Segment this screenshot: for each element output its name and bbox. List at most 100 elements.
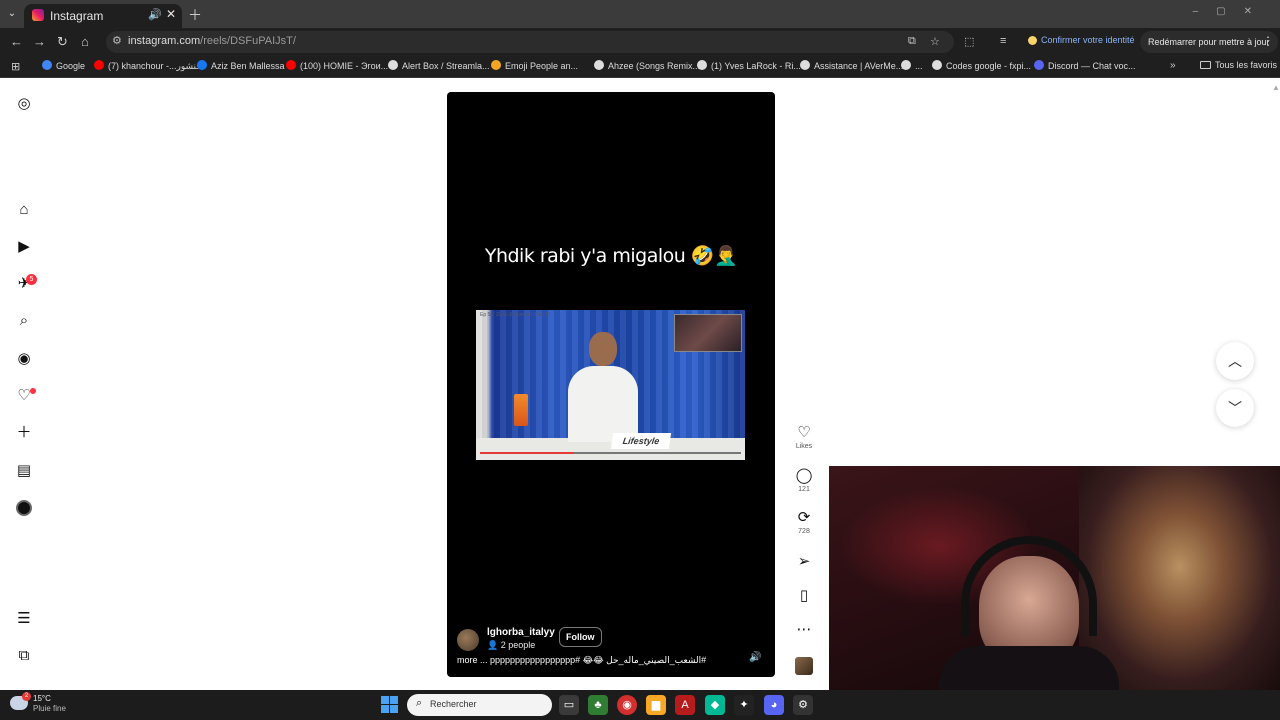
clip-topline: Ep 56: Zioss & Marwan (Part 1)	[480, 312, 550, 318]
app-dark-icon[interactable]: ✦	[734, 695, 754, 715]
home-icon[interactable]: ⌂	[81, 34, 89, 49]
likes-label: Likes	[795, 443, 813, 450]
window-controls[interactable]: –▢✕	[1193, 6, 1270, 17]
bookmark-item[interactable]: Google	[42, 60, 85, 71]
notifications-dot	[30, 388, 36, 394]
bookmark-icon: ▯	[799, 587, 809, 604]
bookmark-label: ...	[915, 61, 923, 71]
bookmark-item[interactable]: Alert Box / Streamla...	[388, 60, 490, 71]
chrome-icon[interactable]: ◉	[617, 695, 637, 715]
bookmark-item[interactable]: Codes google - fxpi...	[932, 60, 1031, 71]
reel-description[interactable]: more ... ppppppppppppppppp# 😂😂 الشعب_الص…	[457, 655, 753, 669]
tab-instagram[interactable]: Instagram 🔊 ✕	[24, 4, 182, 28]
browser-menu-icon[interactable]: ⋮	[1262, 34, 1274, 48]
like-button[interactable]: ♡ Likes	[790, 425, 818, 451]
adobe-app-icon[interactable]: A	[675, 695, 695, 715]
reload-icon[interactable]: ↻	[57, 34, 68, 50]
site-info-icon[interactable]: ⚙	[112, 34, 122, 47]
start-windows-icon[interactable]	[381, 696, 398, 713]
reel-video[interactable]: Yhdik rabi y'a migalou 🤣🤦‍♂️ Ep 56: Zios…	[447, 92, 775, 677]
bookmark-item[interactable]: ...	[901, 60, 923, 71]
app-green-icon[interactable]: ♣	[588, 695, 608, 715]
restart-update-button[interactable]: Redémarrer pour mettre à jour	[1140, 31, 1278, 53]
messages-badge: 5	[26, 274, 37, 285]
back-arrow-icon[interactable]: ←	[10, 34, 23, 49]
taskbar-search[interactable]: ⌕ Rechercher	[407, 694, 552, 716]
comment-button[interactable]: ◯ 121	[790, 468, 818, 494]
mute-toggle-icon[interactable]: 🔊	[749, 652, 761, 663]
bookmark-label: Discord — Chat voc...	[1048, 61, 1136, 71]
previous-reel-button[interactable]: ︿	[1216, 342, 1254, 380]
bookmark-label: Ahzee (Songs Remix...	[608, 61, 701, 71]
weather-widget[interactable]: 2 15°C Pluie fine	[10, 692, 90, 718]
bookmarks-bar: ⊞ Google (7) khanchour -...خنشور Aziz Ben …	[0, 56, 1280, 78]
bookmark-label: Emoji People an...	[505, 61, 579, 71]
instagram-logo-icon[interactable]: ◎	[14, 94, 34, 114]
apps-grid-icon[interactable]: ⊞	[11, 60, 20, 73]
bookmark-item[interactable]: Ahzee (Songs Remix...	[594, 60, 700, 71]
more-menu-icon[interactable]: ☰	[14, 609, 34, 629]
media-controls-icon[interactable]: ≡	[1000, 35, 1006, 47]
bookmark-item[interactable]: (7) khanchour -...خنشور	[94, 60, 202, 72]
also-from-meta-icon[interactable]: ⧉	[14, 646, 34, 666]
cast-icon[interactable]: ⧉	[908, 35, 916, 48]
bookmark-item[interactable]: (1) Yves LaRock - Ri...	[697, 60, 801, 71]
audio-thumbnail[interactable]	[795, 657, 813, 675]
bookmark-item[interactable]: Aziz Ben Mallessa	[197, 60, 285, 71]
tab-search-chevron-icon[interactable]: ⌄	[4, 6, 20, 22]
bookmark-item[interactable]: (100) HOMIE - Эгои...	[286, 60, 388, 71]
extensions-icon[interactable]: ⬚	[964, 35, 974, 48]
home-nav-icon[interactable]: ⌂	[14, 200, 34, 220]
explore-compass-icon[interactable]: ◉	[14, 349, 34, 369]
url-text[interactable]: instagram.com/reels/DSFuPAIJsT/	[128, 35, 296, 47]
settings-gear-icon[interactable]: ⚙	[793, 695, 813, 715]
bookmarks-overflow-icon[interactable]: »	[1170, 60, 1176, 71]
bookmark-label: (100) HOMIE - Эгои...	[300, 61, 389, 71]
comment-count: 121	[798, 486, 810, 493]
bookmark-star-icon[interactable]: ☆	[930, 35, 940, 48]
reel-embedded-clip: Ep 56: Zioss & Marwan (Part 1) Lifestyle	[476, 310, 745, 460]
search-nav-icon[interactable]: ⌕	[14, 311, 34, 331]
bookmark-favicon-icon	[491, 60, 501, 70]
streamer-body	[939, 646, 1119, 690]
tab-audio-icon[interactable]: 🔊	[148, 8, 162, 21]
share-button[interactable]: ➢	[790, 554, 818, 570]
bookmark-item[interactable]: Emoji People an...	[491, 60, 578, 71]
profile-avatar-icon	[1028, 36, 1037, 46]
next-reel-button[interactable]: ﹀	[1216, 389, 1254, 427]
follow-button[interactable]: Follow	[559, 627, 602, 647]
bookmark-favicon-icon	[42, 60, 52, 70]
forward-arrow-icon[interactable]: →	[33, 34, 46, 49]
people-tag[interactable]: 👤 2 people	[487, 640, 535, 651]
bookmark-favicon-icon	[901, 60, 911, 70]
weather-badge: 2	[22, 692, 31, 701]
bookmark-label: Alert Box / Streamla...	[402, 61, 490, 71]
bookmark-item[interactable]: Discord — Chat voc...	[1034, 60, 1136, 71]
reel-overlay-caption: Yhdik rabi y'a migalou 🤣🤦‍♂️	[484, 245, 738, 267]
scrollbar-up-arrow[interactable]: ▲	[1272, 83, 1280, 92]
file-explorer-icon[interactable]: ▆	[646, 695, 666, 715]
save-button[interactable]: ▯	[790, 588, 818, 604]
bookmark-label: (1) Yves LaRock - Ri...	[711, 61, 801, 71]
new-tab-button[interactable]: ＋	[188, 5, 202, 25]
bookmark-item[interactable]: Assistance | AVerMe...	[800, 60, 903, 71]
clip-picture-in-picture	[674, 314, 742, 352]
more-options-button[interactable]: ⋯	[790, 622, 818, 638]
profile-avatar[interactable]	[16, 500, 32, 516]
author-avatar[interactable]	[457, 629, 479, 651]
android-app-icon[interactable]: ◆	[705, 695, 725, 715]
dashboard-icon[interactable]: ▤	[14, 461, 34, 481]
repost-button[interactable]: ⟳ 728	[790, 510, 818, 536]
browser-tab-strip: ⌄ Instagram 🔊 ✕ ＋ –▢✕	[0, 0, 1280, 28]
bookmark-label: Codes google - fxpi...	[946, 61, 1032, 71]
author-username[interactable]: lghorba_italyy	[487, 627, 555, 638]
reels-nav-icon[interactable]: ▶	[14, 237, 34, 257]
confirm-identity-button[interactable]: Confirmer votre identité	[1028, 35, 1135, 46]
create-plus-icon[interactable]: ＋	[14, 423, 34, 443]
discord-icon[interactable]: ◕	[764, 695, 784, 715]
task-view-icon[interactable]: ▭	[559, 695, 579, 715]
address-bar[interactable]: ⚙ instagram.com/reels/DSFuPAIJsT/ ⧉ ☆	[106, 31, 954, 53]
search-icon: ⌕	[416, 697, 423, 709]
tab-close-icon[interactable]: ✕	[166, 7, 176, 21]
all-bookmarks-folder[interactable]: Tous les favoris	[1200, 60, 1277, 70]
